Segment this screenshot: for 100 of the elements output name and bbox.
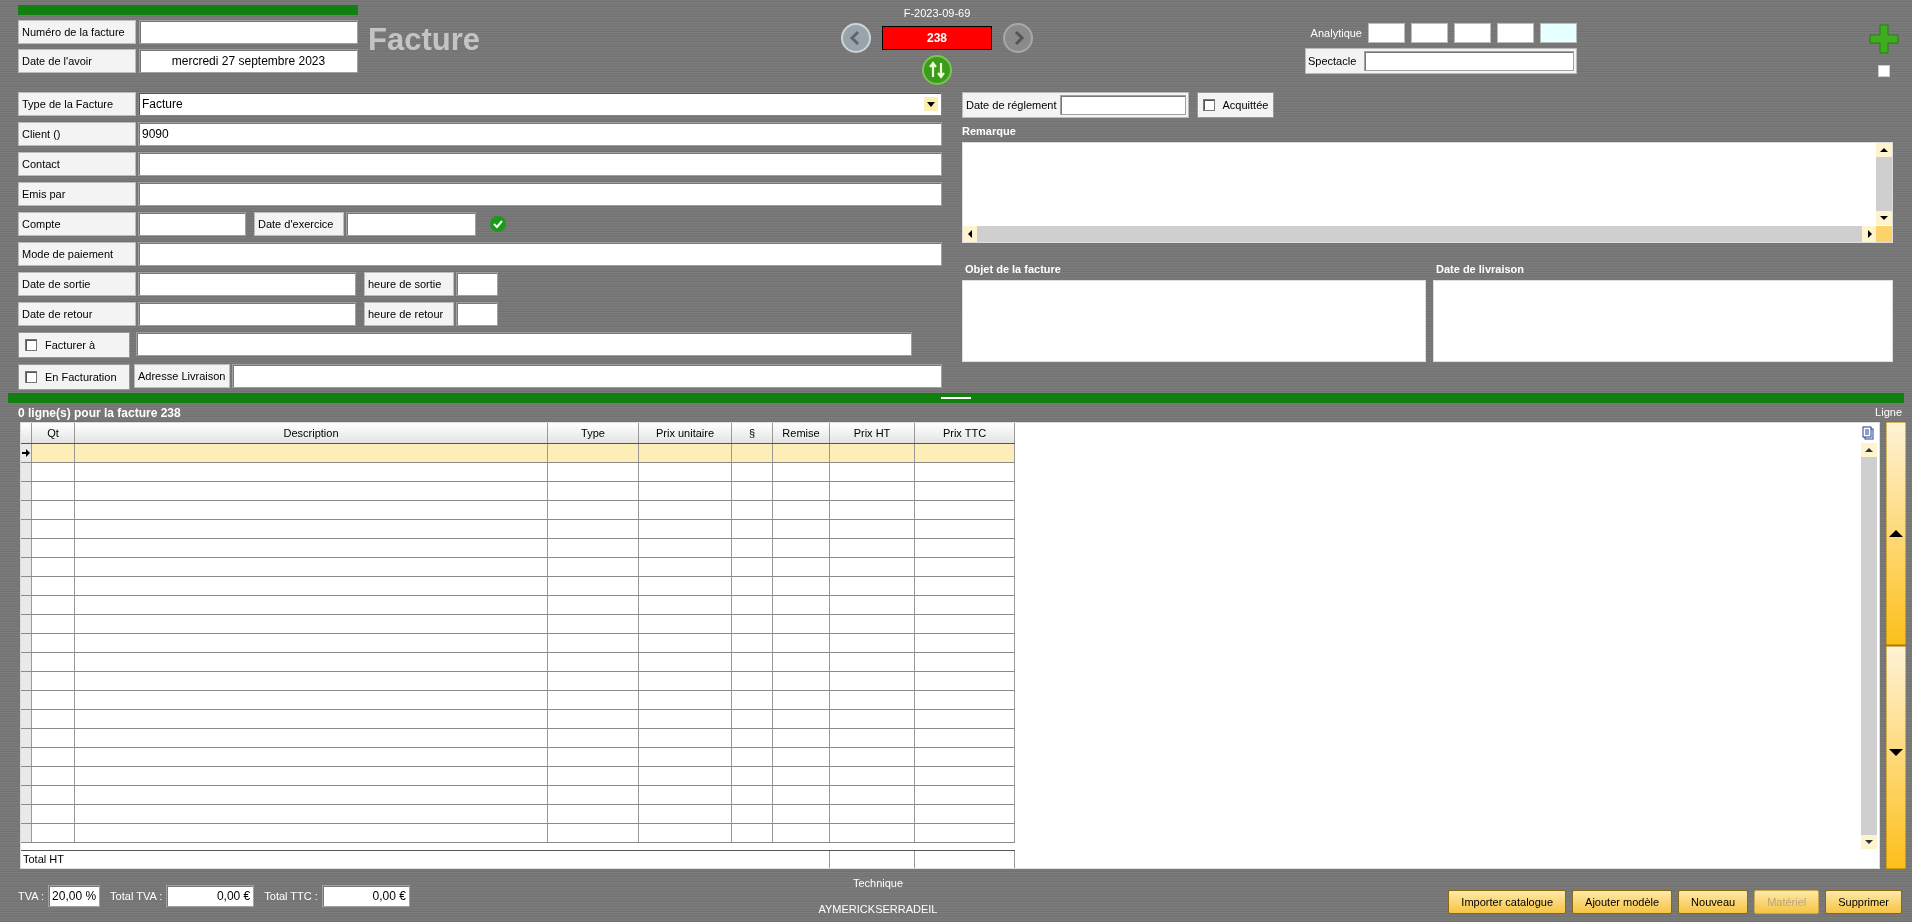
table-row[interactable]: [21, 444, 1015, 463]
table-row[interactable]: [21, 577, 1015, 596]
type-dropdown[interactable]: Facture: [138, 92, 942, 116]
table-row[interactable]: [21, 615, 1015, 634]
field-label: Analytique: [1309, 25, 1362, 41]
previous-icon[interactable]: [840, 21, 872, 54]
table-row[interactable]: [21, 729, 1015, 748]
table-row[interactable]: [21, 501, 1015, 520]
input-field[interactable]: 0,00 €: [166, 885, 255, 907]
column-header[interactable]: Prix unitaire: [639, 423, 732, 443]
table-row[interactable]: [21, 786, 1015, 805]
column-header[interactable]: Qt: [32, 423, 75, 443]
table-row[interactable]: [21, 539, 1015, 558]
input-field[interactable]: [139, 20, 358, 44]
input-field[interactable]: [138, 212, 246, 236]
checkbox[interactable]: [25, 371, 37, 383]
invoice-reference: F-2023-09-69: [903, 6, 971, 21]
column-header[interactable]: Prix TTC: [915, 423, 1015, 443]
line-scroll-control[interactable]: [1886, 422, 1906, 869]
section-label: Objet de la facture: [964, 261, 1062, 277]
input-field[interactable]: [1411, 23, 1448, 43]
field-label: Date d'exercice: [254, 212, 344, 236]
input-field[interactable]: [138, 302, 356, 326]
input-field[interactable]: [138, 272, 356, 296]
input-field[interactable]: [1540, 23, 1577, 43]
input-field[interactable]: [138, 152, 942, 176]
input-field[interactable]: [456, 272, 498, 296]
horizontal-scrollbar[interactable]: [963, 225, 1892, 242]
input-field[interactable]: [1497, 23, 1534, 43]
field-label: Contact: [18, 152, 136, 176]
vertical-scrollbar[interactable]: [1861, 443, 1877, 849]
input-field[interactable]: [138, 182, 942, 206]
table-row[interactable]: [21, 520, 1015, 539]
input-field[interactable]: [138, 242, 942, 266]
field-label: Date de réglement: [965, 97, 1058, 113]
input-field[interactable]: 20,00 %: [48, 885, 101, 907]
table-row[interactable]: [21, 767, 1015, 786]
input-field[interactable]: [456, 302, 498, 326]
input-field[interactable]: 9090: [138, 122, 942, 146]
action-button[interactable]: Nouveau: [1678, 890, 1749, 914]
input-field[interactable]: [136, 332, 912, 356]
invoicing-option[interactable]: En Facturation: [18, 364, 130, 390]
vertical-scrollbar[interactable]: [1876, 142, 1892, 225]
input-field[interactable]: [1454, 23, 1491, 43]
input-field[interactable]: [1368, 23, 1405, 43]
department-label: Technique: [852, 875, 904, 891]
next-icon[interactable]: [1002, 21, 1034, 54]
table-row[interactable]: [21, 805, 1015, 824]
action-button[interactable]: Importer catalogue: [1448, 890, 1567, 914]
section-label: Date de livraison: [1435, 261, 1526, 277]
input-field[interactable]: [232, 364, 942, 388]
table-row[interactable]: [21, 482, 1015, 501]
input-field[interactable]: [346, 212, 476, 236]
input-field[interactable]: mercredi 27 septembre 2023: [139, 49, 358, 73]
field-label: Numéro de la facture: [18, 20, 136, 44]
lines-summary: 0 ligne(s) pour la facture 238: [18, 404, 181, 422]
field-label: Type de la Facture: [18, 92, 136, 116]
table-row[interactable]: [21, 634, 1015, 653]
field-label: Date de retour: [18, 302, 136, 326]
action-button[interactable]: Ajouter modèle: [1572, 890, 1673, 914]
table-row[interactable]: [21, 710, 1015, 729]
refresh-icon[interactable]: [921, 53, 953, 86]
field-label: Spectacle: [1308, 53, 1358, 69]
row-pointer-icon: [22, 449, 30, 457]
table-row[interactable]: [21, 596, 1015, 615]
field-label: heure de sortie: [364, 272, 454, 296]
table-row[interactable]: [21, 824, 1015, 843]
add-icon[interactable]: [1868, 23, 1900, 55]
invoice-number: 238: [882, 25, 992, 50]
delivery-date-field[interactable]: [1433, 280, 1893, 362]
input-field[interactable]: [1364, 51, 1574, 71]
checkbox[interactable]: [1202, 99, 1215, 111]
column-header[interactable]: Prix HT: [830, 423, 915, 443]
column-header[interactable]: Description: [75, 423, 548, 443]
option-label: Facturer à: [45, 337, 96, 353]
column-header[interactable]: Remise: [773, 423, 830, 443]
input-field[interactable]: 0,00 €: [321, 885, 410, 907]
option-label: En Facturation: [45, 369, 117, 385]
checkbox[interactable]: [25, 339, 37, 351]
table-row[interactable]: [21, 672, 1015, 691]
side-label: Ligne: [1875, 405, 1902, 421]
table-row[interactable]: [21, 463, 1015, 482]
checkbox[interactable]: [1878, 65, 1890, 77]
invoice-subject-field[interactable]: [962, 280, 1426, 362]
table-row[interactable]: [21, 691, 1015, 710]
table-row[interactable]: [21, 558, 1015, 577]
column-header[interactable]: §: [732, 423, 773, 443]
column-header[interactable]: Type: [548, 423, 639, 443]
table-row[interactable]: [21, 748, 1015, 767]
input-field[interactable]: [1059, 95, 1186, 115]
remark-field[interactable]: [962, 141, 1893, 243]
table-row[interactable]: [21, 653, 1015, 672]
invoice-to-option[interactable]: Facturer à: [18, 332, 130, 358]
check-icon: [490, 216, 506, 232]
field-label: Date de l'avoir: [18, 49, 136, 73]
action-button[interactable]: Supprimer: [1825, 890, 1902, 914]
field-label: Mode de paiement: [18, 242, 136, 266]
paid-option[interactable]: Acquittée: [1196, 92, 1275, 118]
copy-icon[interactable]: [1862, 426, 1874, 440]
field-label: Compte: [18, 212, 136, 236]
